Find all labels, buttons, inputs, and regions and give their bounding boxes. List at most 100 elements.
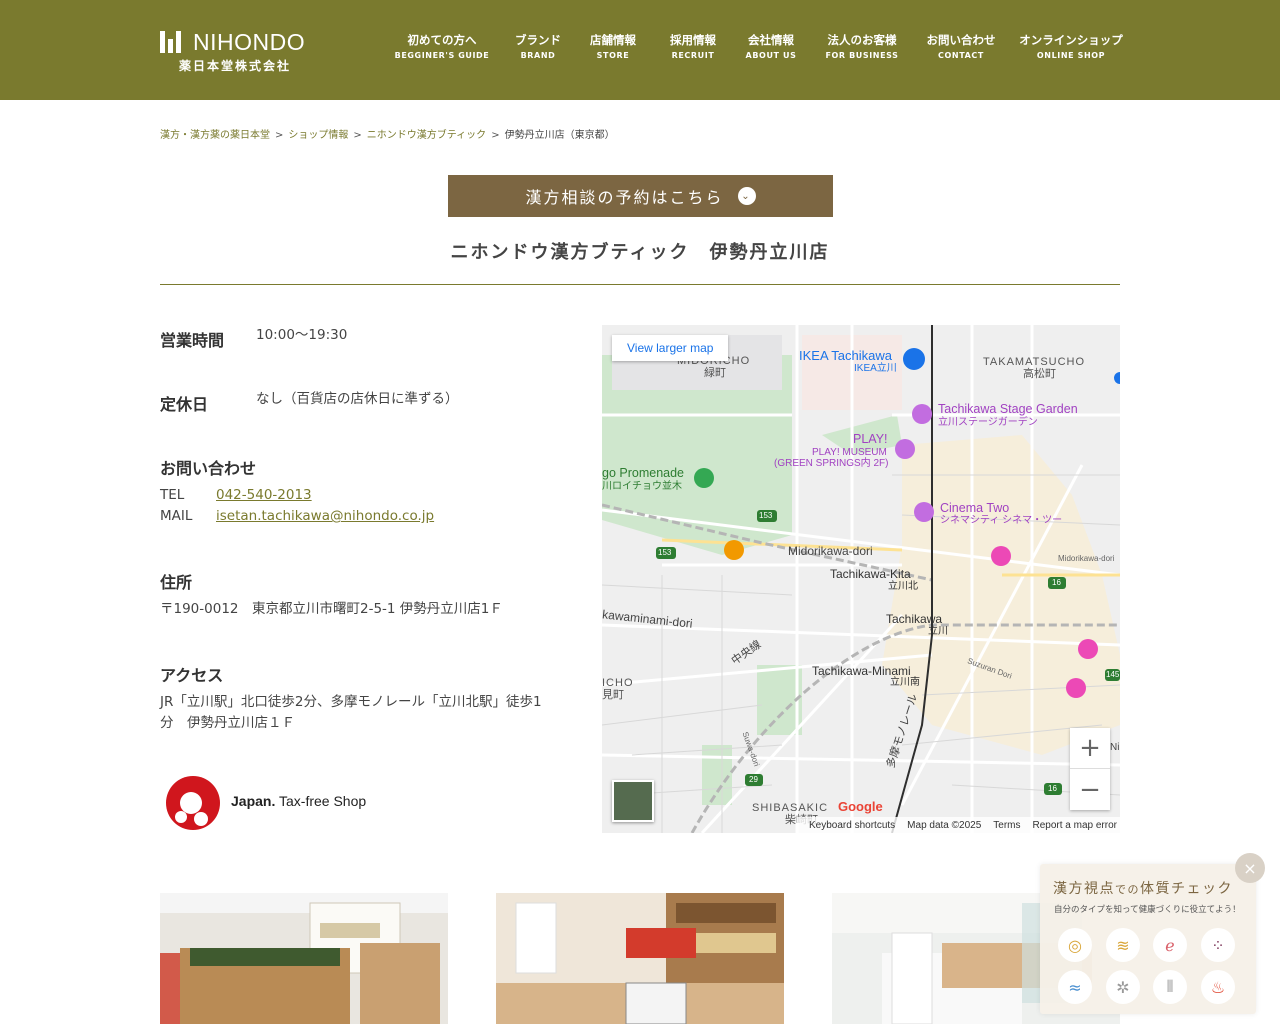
map-label-ikea-ja: IKEA立川 <box>854 363 897 374</box>
nav-label-ja: 店舗情報 <box>590 33 636 47</box>
tel-link[interactable]: 042-540-2013 <box>216 487 312 503</box>
nav-beginners-guide[interactable]: 初めての方へ BEGGINER'S GUIDE <box>395 32 490 60</box>
map-zoom-control: + − <box>1070 728 1110 810</box>
access-label: アクセス <box>160 666 224 685</box>
chevron-down-icon: ⌄ <box>737 187 756 205</box>
title-divider <box>160 284 1120 285</box>
nav-online-shop[interactable]: オンラインショップ ONLINE SHOP <box>1019 32 1123 60</box>
closed-days-value: なし（百貨店の店休日に準ずる） <box>256 391 459 407</box>
closed-days-label: 定休日 <box>160 395 209 414</box>
tax-free-brand: Japan. <box>231 793 276 809</box>
tax-free-text: Japan. Tax-free Shop <box>231 793 366 809</box>
nihondo-logo[interactable]: NIHONDO 薬日本堂株式会社 <box>160 30 320 74</box>
hours-value: 10:00～19:30 <box>256 327 348 343</box>
map-label-tachikawa-ja: 立川 <box>928 626 948 637</box>
hours-label: 営業時間 <box>160 331 225 350</box>
map-label-play-museum-2: (GREEN SPRINGS内 2F) <box>774 458 889 469</box>
route-153-a: 153 <box>759 511 773 520</box>
nav-label-en: FOR BUSINESS <box>825 51 899 60</box>
store-photo-2 <box>496 893 784 1024</box>
qi-stagnation-icon[interactable]: ≋ <box>1106 928 1140 962</box>
nav-label-en: ONLINE SHOP <box>1036 51 1106 60</box>
nav-store[interactable]: 店舗情報 STORE <box>590 32 636 60</box>
zoom-in-button[interactable]: + <box>1070 728 1110 769</box>
map-label-play-museum: PLAY! MUSEUM <box>812 447 887 458</box>
zoom-out-button[interactable]: − <box>1070 769 1110 810</box>
nav-label-ja: 初めての方へ <box>407 33 477 47</box>
map-label-midorikawa-dori-small: Midorikawa-dori <box>1058 554 1115 563</box>
nav-brand[interactable]: ブランド BRAND <box>515 32 561 60</box>
yin-deficiency-icon[interactable]: ✲ <box>1106 970 1140 1004</box>
keyboard-shortcuts-link[interactable]: Keyboard shortcuts <box>809 820 895 831</box>
heat-icon[interactable]: ♨ <box>1201 970 1235 1004</box>
logo-company-name: 薬日本堂株式会社 <box>179 59 292 73</box>
map-label-tachikawa-minami-ja: 立川南 <box>890 677 920 688</box>
breadcrumb-boutique[interactable]: ニホンドウ漢方ブティック <box>367 130 486 141</box>
route-16-a: 16 <box>1052 578 1061 587</box>
nav-contact[interactable]: お問い合わせ CONTACT <box>927 32 996 60</box>
view-larger-map-link[interactable]: View larger map <box>612 335 729 361</box>
widget-close-button[interactable]: × <box>1235 853 1265 883</box>
mail-link[interactable]: isetan.tachikawa@nihondo.co.jp <box>216 508 434 524</box>
breadcrumb-separator: > <box>275 130 284 141</box>
breadcrumb-separator: > <box>353 130 362 141</box>
logo-wordmark: NIHONDO <box>193 29 306 55</box>
map-label-shibasaki: SHIBASAKIC <box>752 802 829 814</box>
sakura-icon <box>166 776 220 830</box>
map-label-ni: Ni <box>1110 742 1120 753</box>
nav-label-ja: オンラインショップ <box>1019 33 1123 47</box>
nav-about-us[interactable]: 会社情報 ABOUT US <box>746 32 797 60</box>
map-label-stage-garden-ja: 立川ステージガーデン <box>938 417 1038 428</box>
widget-title-main: 漢方視点 <box>1053 881 1115 897</box>
map-label-ikea: IKEA Tachikawa <box>799 348 892 363</box>
map-label-tachikawa-kita-ja: 立川北 <box>888 581 918 592</box>
nav-recruit[interactable]: 採用情報 RECRUIT <box>670 32 716 60</box>
breadcrumb: 漢方・漢方薬の薬日本堂 > ショップ情報 > ニホンドウ漢方ブティック > 伊勢丹立川店（東… <box>160 126 615 141</box>
page-title: ニホンドウ漢方ブティック 伊勢丹立川店 <box>450 242 830 263</box>
map-label-promenade: go Promenade <box>602 466 685 480</box>
logo-mark-icon <box>160 31 182 53</box>
map-label-stage-garden: Tachikawa Stage Garden <box>938 402 1078 416</box>
nav-label-ja: ブランド <box>515 33 561 47</box>
map-label-play: PLAY! <box>853 432 888 446</box>
breadcrumb-home[interactable]: 漢方・漢方薬の薬日本堂 <box>160 130 270 141</box>
reserve-label: 漢方相談の予約はこちら <box>525 188 724 207</box>
google-map[interactable]: MIDORICHO 緑町 IKEA Tachikawa IKEA立川 TAKAM… <box>602 325 1120 833</box>
fluid-icon[interactable]: ≈ <box>1058 970 1092 1004</box>
route-145: 145 <box>1106 670 1120 679</box>
nav-label-en: STORE <box>596 51 630 60</box>
tax-free-label: Tax-free Shop <box>275 793 367 809</box>
reserve-consultation-button[interactable]: 漢方相談の予約はこちら ⌄ <box>448 175 833 217</box>
map-footer: Keyboard shortcuts Map data ©2025 Terms … <box>797 817 1120 833</box>
blood-deficiency-icon[interactable]: ℯ <box>1153 928 1187 962</box>
widget-title-small: での <box>1115 883 1140 896</box>
map-label-icho: ICHO <box>602 677 634 689</box>
blood-stasis-icon[interactable]: ⁘ <box>1201 928 1235 962</box>
map-label-cinema: Cinema Two <box>940 501 1010 515</box>
widget-title: 漢方視点での体質チェック <box>1053 878 1233 898</box>
nav-label-en: ABOUT US <box>745 51 797 60</box>
breadcrumb-current: 伊勢丹立川店（東京都） <box>504 130 615 141</box>
dryness-icon[interactable]: ⦀ <box>1153 970 1187 1004</box>
tel-label: TEL <box>160 487 185 503</box>
terms-link[interactable]: Terms <box>993 820 1020 831</box>
breadcrumb-shop-info[interactable]: ショップ情報 <box>288 130 348 141</box>
report-map-error-link[interactable]: Report a map error <box>1033 820 1117 831</box>
nav-label-ja: 法人のお客様 <box>827 33 897 47</box>
nav-label-en: BEGGINER'S GUIDE <box>394 51 490 60</box>
map-label-midorikawa-dori: Midorikawa-dori <box>788 544 873 558</box>
nav-for-business[interactable]: 法人のお客様 FOR BUSINESS <box>825 32 898 60</box>
map-label-icho-ja: 見町 <box>602 689 624 701</box>
nav-label-ja: 採用情報 <box>670 33 716 47</box>
map-label-tachikawa: Tachikawa <box>886 612 943 626</box>
tax-free-shop-logo: Japan. Tax-free Shop <box>163 772 383 830</box>
constitution-check-widget[interactable]: 漢方視点での体質チェック 自分のタイプを知って健康づくりに役立てよう！ ◎ ≋ … <box>1040 864 1256 1014</box>
widget-title-end: 体質チェック <box>1140 881 1233 897</box>
widget-subtitle: 自分のタイプを知って健康づくりに役立てよう！ <box>1054 905 1241 915</box>
address-label: 住所 <box>160 573 193 592</box>
qi-deficiency-icon[interactable]: ◎ <box>1058 928 1092 962</box>
satellite-layer-button[interactable] <box>612 780 654 822</box>
map-label-takamatsucho-ja: 高松町 <box>1023 368 1056 380</box>
contact-label: お問い合わせ <box>160 459 257 478</box>
site-header: NIHONDO 薬日本堂株式会社 初めての方へ BEGGINER'S GUIDE… <box>0 0 1280 100</box>
